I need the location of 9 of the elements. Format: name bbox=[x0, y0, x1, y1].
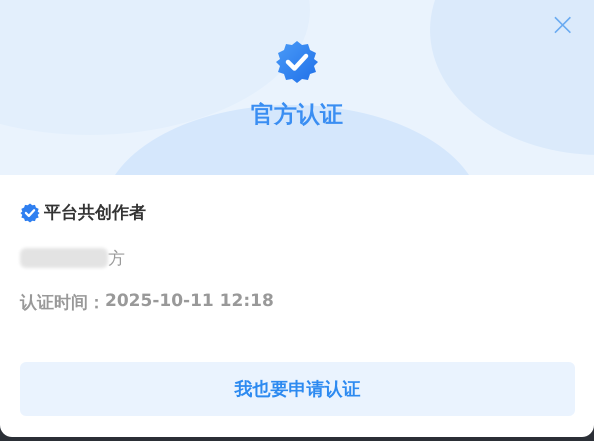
close-button[interactable]: × bbox=[545, 8, 580, 40]
time-label: 认证时间： bbox=[20, 292, 105, 314]
apply-button[interactable]: 我也要申请认证 bbox=[20, 362, 575, 416]
user-name: 方 bbox=[108, 248, 125, 270]
certification-time: 2025-10-11 12:18 bbox=[105, 291, 274, 313]
dialog-title: 官方认证 bbox=[251, 101, 343, 130]
verified-badge-icon bbox=[275, 40, 319, 84]
certification-type: 平台共创作者 bbox=[44, 202, 146, 224]
verified-badge-icon bbox=[20, 202, 40, 222]
